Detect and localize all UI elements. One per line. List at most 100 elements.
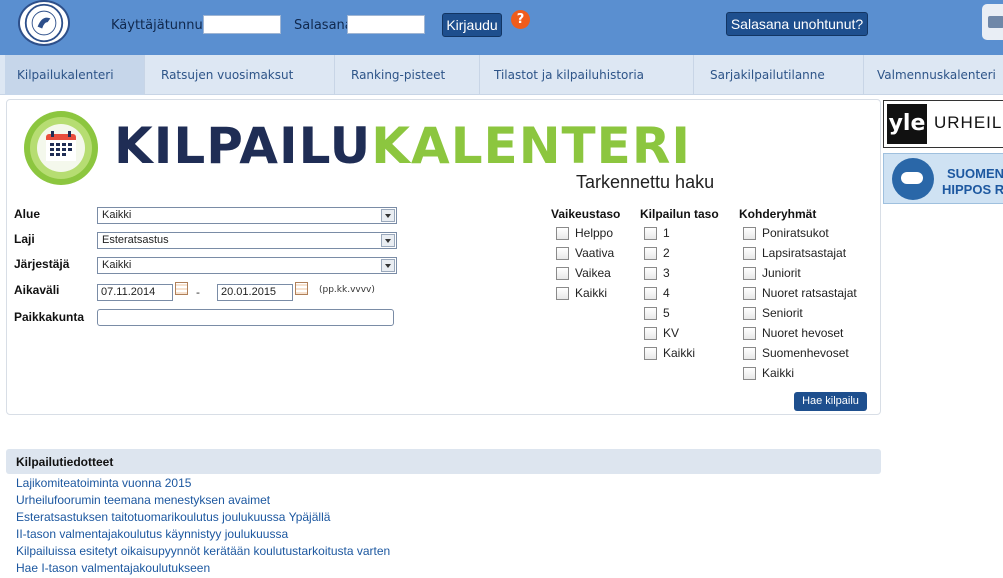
news-link[interactable]: Hae I-tason valmentajakoulutukseen: [16, 561, 390, 578]
help-icon[interactable]: ?: [511, 10, 530, 29]
chevron-down-icon: [381, 234, 395, 247]
calendar-picker-icon[interactable]: [295, 282, 308, 295]
difficulty-option[interactable]: Helppo: [556, 225, 613, 241]
federation-seal-logo[interactable]: [18, 0, 70, 46]
yle-logo: yle: [887, 104, 927, 144]
checkbox[interactable]: [743, 326, 756, 340]
checkbox[interactable]: [556, 246, 569, 260]
level-option[interactable]: 2: [644, 245, 670, 261]
difficulty-option[interactable]: Vaativa: [556, 245, 614, 261]
level-option-label: 2: [663, 246, 670, 260]
target-option[interactable]: Seniorit: [743, 305, 803, 321]
calendar-picker-icon[interactable]: [175, 282, 188, 295]
news-section-title: Kilpailutiedotteet: [6, 449, 881, 474]
nav-item-kilpailukalenteri[interactable]: Kilpailukalenteri: [5, 55, 145, 95]
target-option[interactable]: Juniorit: [743, 265, 801, 281]
checkbox[interactable]: [556, 226, 569, 240]
date-format-hint: (pp.kk.vvvv): [319, 285, 375, 295]
checkbox[interactable]: [644, 246, 657, 260]
checkbox[interactable]: [644, 346, 657, 360]
login-button[interactable]: Kirjaudu: [442, 13, 502, 37]
target-option[interactable]: Kaikki: [743, 365, 794, 381]
difficulty-option[interactable]: Vaikea: [556, 265, 611, 281]
username-label: Käyttäjätunnus: [111, 18, 210, 33]
news-link[interactable]: II-tason valmentajakoulutus käynnistyy j…: [16, 527, 390, 544]
password-label: Salasana: [294, 18, 353, 33]
search-competition-button[interactable]: Hae kilpailu: [794, 392, 867, 411]
checkbox[interactable]: [743, 346, 756, 360]
news-link[interactable]: Lajikomiteatoiminta vuonna 2015: [16, 476, 390, 493]
news-list: Lajikomiteatoiminta vuonna 2015 Urheiluf…: [16, 476, 390, 578]
organizer-label: Järjestäjä: [14, 257, 70, 271]
nav-item-ranking-pisteet[interactable]: Ranking-pisteet: [339, 55, 480, 95]
checkbox[interactable]: [743, 286, 756, 300]
checkbox[interactable]: [556, 286, 569, 300]
target-header: Kohderyhmät: [739, 207, 817, 221]
nav-item-valmennuskalenteri[interactable]: Valmennuskalenteri: [865, 55, 1003, 95]
top-bar: Käyttäjätunnus Salasana Kirjaudu ? Salas…: [0, 0, 1003, 55]
target-option[interactable]: Nuoret hevoset: [743, 325, 843, 341]
difficulty-option-label: Vaativa: [575, 246, 615, 260]
checkbox[interactable]: [644, 226, 657, 240]
nav-item-tilastot[interactable]: Tilastot ja kilpailuhistoria: [482, 55, 694, 95]
checkbox[interactable]: [556, 266, 569, 280]
target-option[interactable]: Nuoret ratsastajat: [743, 285, 857, 301]
yle-urheilu-banner[interactable]: yle URHEIL: [883, 100, 1003, 148]
level-header: Kilpailun taso: [640, 207, 719, 221]
checkbox[interactable]: [743, 306, 756, 320]
checkbox[interactable]: [644, 286, 657, 300]
level-option[interactable]: KV: [644, 325, 679, 341]
chevron-down-icon: [381, 209, 395, 222]
discipline-select-value: Esteratsastus: [102, 234, 169, 246]
hippos-banner[interactable]: SUOMEN HIPPOS R: [883, 153, 1003, 204]
checkbox[interactable]: [644, 326, 657, 340]
level-option[interactable]: Kaikki: [644, 345, 695, 361]
news-link[interactable]: Kilpailuissa esitetyt oikaisupyynnöt ker…: [16, 544, 390, 561]
hippos-line2: HIPPOS R: [942, 182, 1003, 197]
news-link[interactable]: Esteratsastuksen taitotuomarikoulutus jo…: [16, 510, 390, 527]
password-input[interactable]: [347, 15, 425, 34]
target-option-label: Lapsiratsastajat: [762, 246, 847, 260]
area-select[interactable]: Kaikki: [97, 207, 397, 224]
discipline-label: Laji: [14, 232, 35, 246]
level-option[interactable]: 3: [644, 265, 670, 281]
location-input[interactable]: [97, 309, 394, 326]
target-option[interactable]: Suomenhevoset: [743, 345, 849, 361]
username-input[interactable]: [203, 15, 281, 34]
checkbox[interactable]: [743, 246, 756, 260]
level-option-label: Kaikki: [663, 346, 696, 360]
difficulty-option-label: Helppo: [575, 226, 614, 240]
level-option[interactable]: 4: [644, 285, 670, 301]
difficulty-option[interactable]: Kaikki: [556, 285, 607, 301]
checkbox[interactable]: [644, 306, 657, 320]
period-label: Aikaväli: [14, 283, 60, 297]
nav-item-sarjakilpailutilanne[interactable]: Sarjakilpailutilanne: [698, 55, 864, 95]
news-link[interactable]: Urheilufoorumin teemana menestyksen avai…: [16, 493, 390, 510]
checkbox[interactable]: [743, 226, 756, 240]
target-option-label: Nuoret hevoset: [762, 326, 844, 340]
level-option[interactable]: 1: [644, 225, 670, 241]
print-button[interactable]: [982, 4, 1003, 40]
target-option-label: Nuoret ratsastajat: [762, 286, 857, 300]
chevron-down-icon: [381, 259, 395, 272]
discipline-select[interactable]: Esteratsastus: [97, 232, 397, 249]
difficulty-header: Vaikeustaso: [551, 207, 621, 221]
forgot-password-button[interactable]: Salasana unohtunut?: [726, 12, 868, 36]
printer-icon: [988, 16, 1003, 28]
checkbox[interactable]: [743, 366, 756, 380]
organizer-select[interactable]: Kaikki: [97, 257, 397, 274]
nav-item-ratsujen-vuosimaksut[interactable]: Ratsujen vuosimaksut: [149, 55, 335, 95]
area-label: Alue: [14, 207, 41, 221]
target-option[interactable]: Poniratsukot: [743, 225, 829, 241]
area-select-value: Kaikki: [102, 209, 132, 221]
date-from-input[interactable]: 07.11.2014: [97, 284, 173, 301]
organizer-select-value: Kaikki: [102, 259, 132, 271]
checkbox[interactable]: [743, 266, 756, 280]
level-option-label: KV: [663, 326, 680, 340]
difficulty-option-label: Vaikea: [575, 266, 611, 280]
checkbox[interactable]: [644, 266, 657, 280]
date-to-input[interactable]: 20.01.2015: [217, 284, 293, 301]
level-option[interactable]: 5: [644, 305, 670, 321]
target-option[interactable]: Lapsiratsastajat: [743, 245, 846, 261]
target-option-label: Suomenhevoset: [762, 346, 849, 360]
